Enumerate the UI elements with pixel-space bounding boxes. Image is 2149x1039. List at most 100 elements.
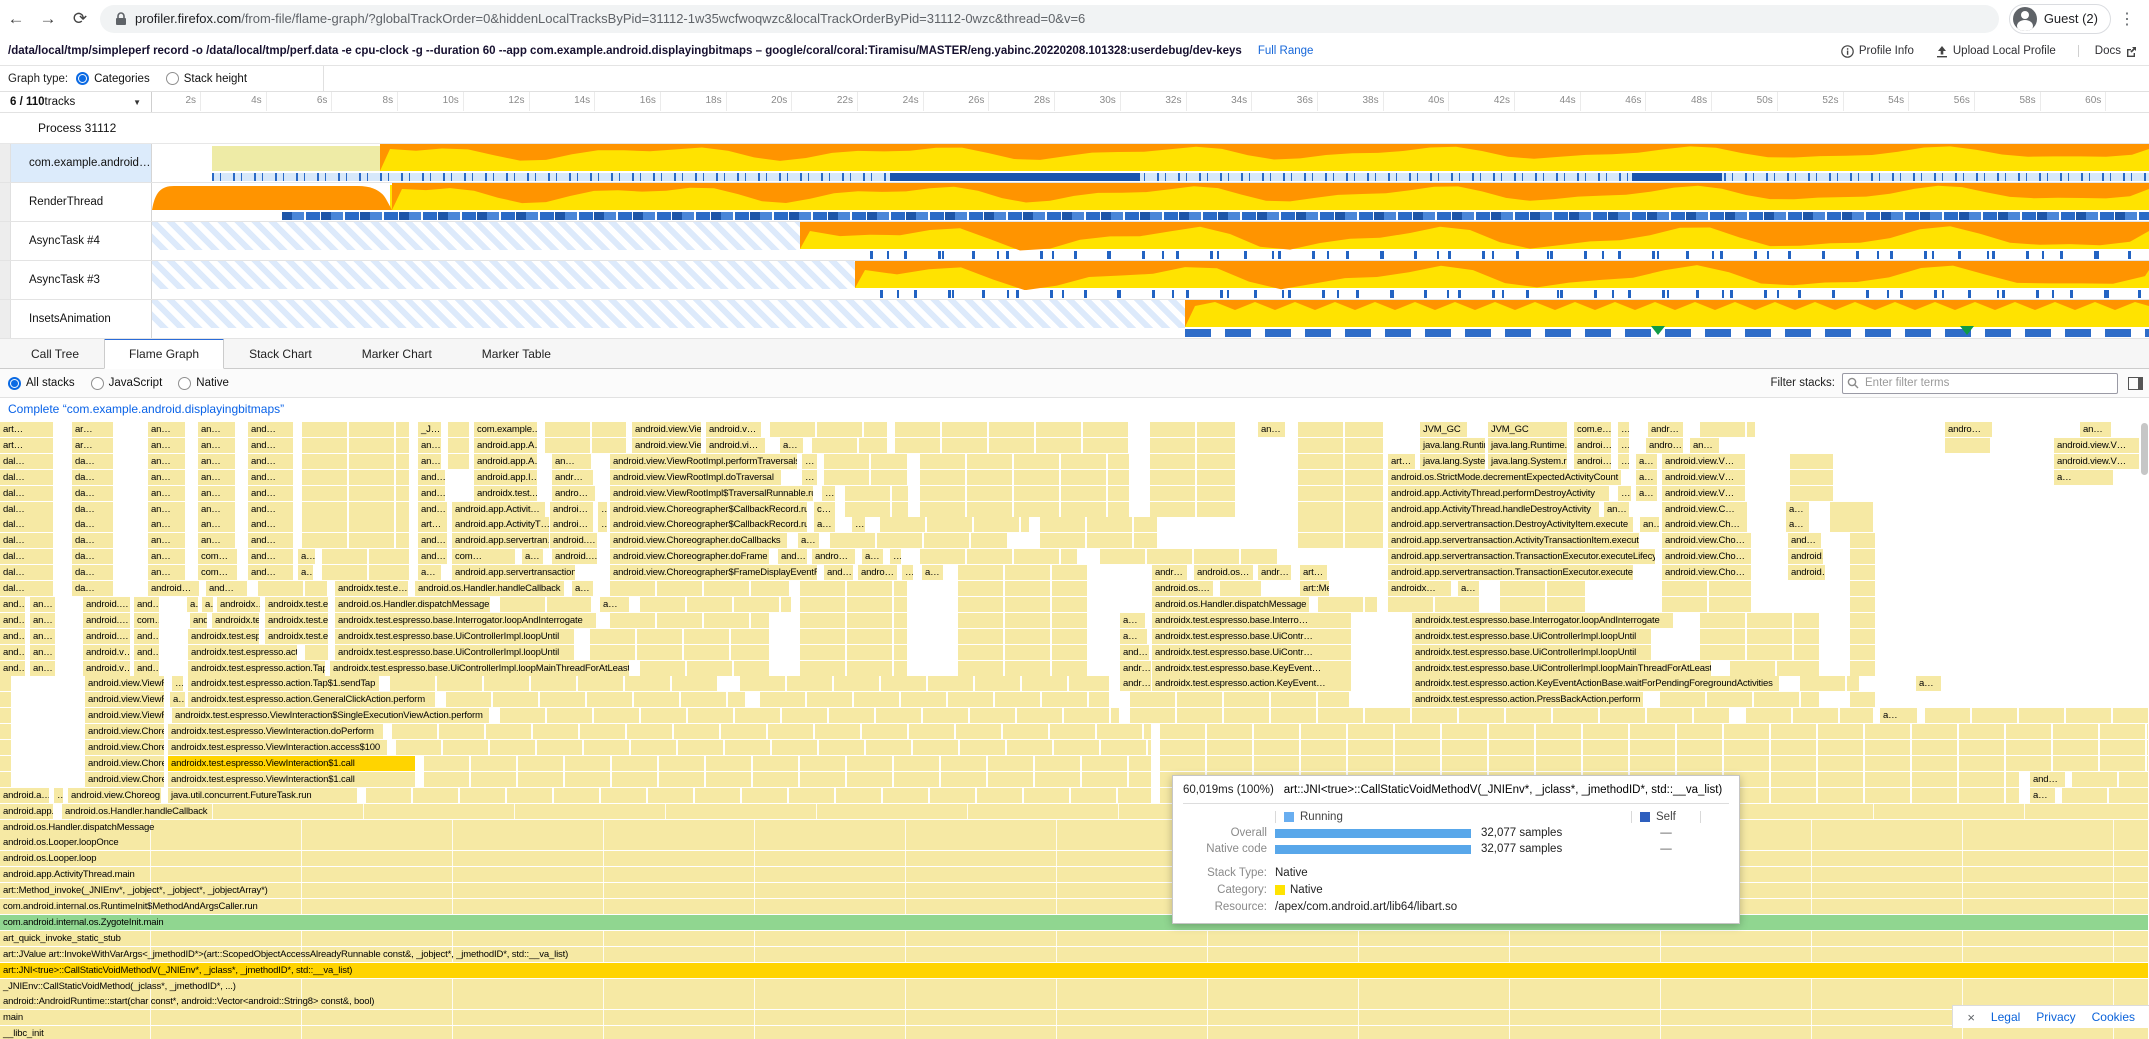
flame-block[interactable] — [302, 486, 409, 501]
flame-block[interactable] — [1298, 533, 1383, 548]
flame-block[interactable]: and… — [824, 565, 853, 580]
flame-block[interactable] — [845, 502, 908, 517]
flame-block[interactable] — [1318, 597, 1377, 612]
flame-block[interactable] — [1298, 422, 1383, 437]
flame-block[interactable]: androidx.test.e… — [265, 597, 328, 612]
flame-block[interactable]: andro… — [552, 486, 595, 501]
flame-block[interactable]: androidx.tes… — [212, 613, 259, 628]
flame-block[interactable] — [1662, 597, 1751, 612]
flame-block[interactable]: c… — [814, 502, 835, 517]
flame-block[interactable] — [1850, 533, 1875, 548]
flame-block[interactable]: … — [890, 549, 901, 564]
flame-block[interactable] — [1298, 486, 1383, 501]
flame-block[interactable]: art_quick_invoke_static_stub — [0, 931, 2148, 946]
flame-block[interactable]: andr… — [1152, 565, 1187, 580]
flame-block[interactable]: android.os.… — [1152, 581, 1213, 596]
flame-block[interactable] — [740, 676, 1109, 691]
flame-block[interactable]: an… — [198, 422, 235, 437]
flame-block[interactable] — [545, 438, 626, 453]
flame-block[interactable] — [1298, 438, 1383, 453]
flame-block[interactable]: JVM_GC — [1420, 422, 1467, 437]
track-label[interactable]: com.example.android… — [11, 144, 152, 182]
flame-block[interactable] — [1662, 581, 1751, 596]
flame-block[interactable]: android.view.ViewRootImpl$TraversalRunna… — [610, 486, 813, 501]
sidebar-toggle-icon[interactable] — [2128, 377, 2143, 390]
flame-block[interactable]: android.os.Handler.handleCallback — [415, 581, 564, 596]
flame-block[interactable]: androidx.test.espresso.base.UiContr… — [1152, 645, 1351, 660]
flame-block[interactable] — [448, 454, 469, 469]
flame-block[interactable]: an… — [148, 502, 185, 517]
flame-block[interactable]: androi… — [1574, 454, 1611, 469]
flame-block[interactable]: android.view.V… — [2054, 438, 2139, 453]
flame-block[interactable]: a… — [418, 565, 441, 580]
flame-block[interactable]: a… — [600, 597, 629, 612]
flame-block[interactable]: androidx.test.espresso.action.KeyEvent… — [1152, 676, 1351, 691]
flame-block[interactable]: an… — [148, 565, 185, 580]
flame-block[interactable]: android.app.ActivityT… — [452, 517, 549, 532]
flame-block[interactable]: com.example.… — [474, 422, 537, 437]
flame-block[interactable]: androidx… — [1388, 581, 1451, 596]
flame-block[interactable]: an… — [148, 422, 185, 437]
graph-type-categories[interactable]: Categories — [76, 72, 150, 85]
flame-block[interactable]: androidx.test.espresso.action.KeyEventAc… — [1412, 676, 1779, 691]
flame-block[interactable]: android.view.V… — [1662, 470, 1745, 485]
flame-block[interactable]: _J… — [418, 422, 441, 437]
flame-block[interactable]: androi… — [1574, 438, 1611, 453]
flame-block[interactable] — [1150, 454, 1235, 469]
flame-block[interactable] — [958, 661, 1087, 676]
flame-block[interactable] — [1298, 470, 1383, 485]
flame-block[interactable]: an… — [198, 517, 235, 532]
flame-block[interactable] — [895, 438, 1129, 453]
flame-block[interactable]: a… — [1636, 486, 1657, 501]
flame-block[interactable]: android.view.ViewRo… — [85, 676, 164, 691]
flame-block[interactable] — [1790, 470, 1833, 485]
flame-block[interactable]: com.e… — [1574, 422, 1611, 437]
flame-block[interactable] — [958, 565, 1087, 580]
track-row-asynctask-4[interactable]: AsyncTask #4 — [0, 222, 2149, 261]
flame-block[interactable] — [1388, 597, 1479, 612]
flame-block[interactable]: android.v… — [706, 422, 761, 437]
flame-block[interactable]: a… — [922, 565, 943, 580]
flame-block[interactable]: an… — [198, 486, 235, 501]
flame-block[interactable]: and… — [206, 581, 247, 596]
flame-block[interactable]: android.view.Cho… — [1662, 549, 1751, 564]
flame-block[interactable]: art… — [418, 517, 447, 532]
flame-block[interactable] — [1800, 676, 1859, 691]
flame-block[interactable] — [446, 692, 745, 707]
flame-block[interactable]: android.view.C… — [1662, 502, 1747, 517]
flame-block[interactable]: androidx.test.espr… — [188, 629, 259, 644]
tab-marker-chart[interactable]: Marker Chart — [337, 339, 457, 369]
flame-block[interactable]: an… — [30, 629, 55, 644]
flame-block[interactable]: and… — [418, 470, 445, 485]
flame-block[interactable] — [390, 676, 719, 691]
flame-block[interactable]: da… — [72, 533, 113, 548]
flame-block[interactable]: a… — [814, 517, 835, 532]
flame-block[interactable]: an… — [30, 645, 55, 660]
flame-block[interactable]: and… — [248, 549, 293, 564]
flame-block[interactable]: and… — [1120, 645, 1149, 660]
flame-block[interactable]: com… — [198, 549, 237, 564]
flame-block[interactable]: _JNIEnv::CallStaticVoidMethod(_jclass*, … — [0, 979, 2148, 994]
flame-block[interactable] — [1150, 470, 1235, 485]
graph-type-stack-height[interactable]: Stack height — [166, 72, 247, 85]
tab-stack-chart[interactable]: Stack Chart — [224, 339, 337, 369]
flame-block[interactable]: android.app.servertransaction.DestroyAct… — [1388, 517, 1633, 532]
filter-stacks-input[interactable] — [1842, 373, 2118, 394]
flame-block[interactable]: android.view.Vie… — [632, 422, 701, 437]
flame-block[interactable] — [0, 676, 11, 691]
flame-block[interactable] — [1945, 438, 1992, 453]
flame-block[interactable] — [448, 422, 469, 437]
flame-block[interactable]: android.view.Choreographer$CallbackRecor… — [610, 502, 807, 517]
flame-block[interactable]: and… — [0, 629, 25, 644]
flame-block[interactable] — [305, 645, 328, 660]
flame-block[interactable]: android.view.V… — [1662, 486, 1745, 501]
flame-block[interactable]: and… — [248, 517, 293, 532]
flame-block[interactable]: … — [598, 502, 607, 517]
flame-block[interactable]: android.vi… — [706, 438, 765, 453]
flame-block[interactable]: androidx.test.espresso.action.Tap.sen… — [188, 645, 297, 660]
flame-block[interactable]: ar… — [72, 422, 113, 437]
flame-block[interactable]: androidx.test.espresso.ViewInteraction$1… — [168, 772, 415, 787]
flame-block[interactable]: da… — [72, 486, 113, 501]
flame-block[interactable]: android.view.V… — [1662, 454, 1745, 469]
flame-block[interactable]: android.os.Handler.dispatchMessage — [1152, 597, 1309, 612]
